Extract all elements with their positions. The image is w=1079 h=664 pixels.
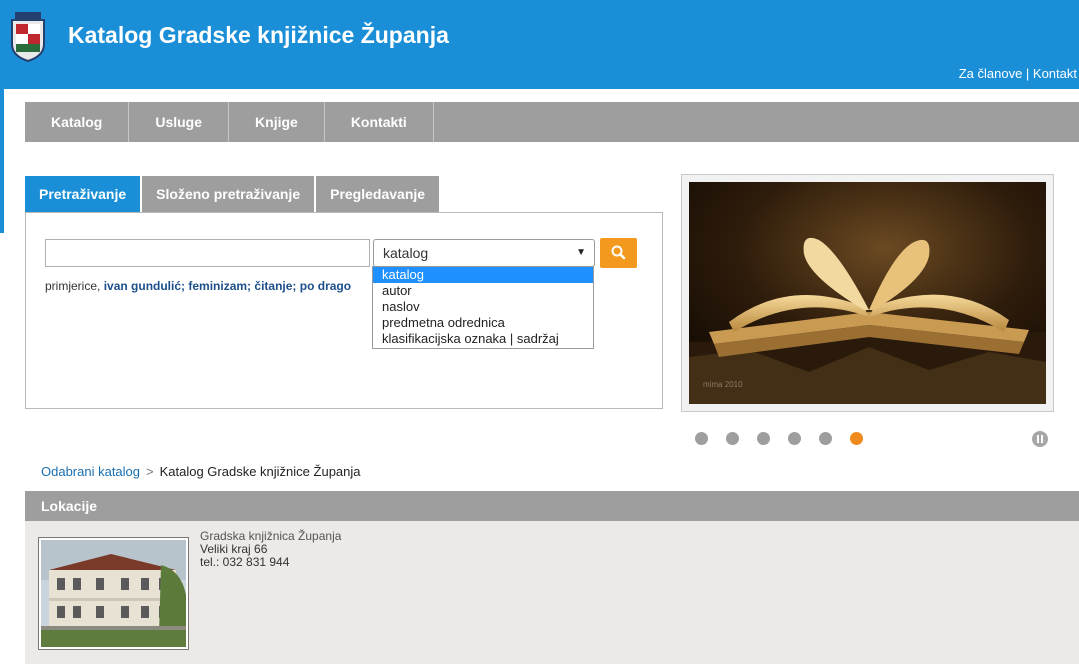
tab-slozeno-pretrazivanje[interactable]: Složeno pretraživanje — [142, 176, 315, 212]
library-building-image — [41, 540, 186, 647]
search-icon — [611, 245, 626, 260]
search-button[interactable] — [600, 238, 637, 268]
slide-caption: mima 2010 — [703, 380, 743, 389]
example-link[interactable]: po drago — [300, 279, 351, 293]
dropdown-option[interactable]: predmetna odrednica — [373, 315, 593, 331]
breadcrumb-separator: > — [146, 464, 154, 479]
breadcrumb-current: Katalog Gradske knjižnice Županja — [159, 464, 361, 479]
site-header: Katalog Gradske knjižnice Županja Za čla… — [0, 0, 1079, 89]
open-book-heart-image[interactable]: mima 2010 — [689, 182, 1046, 404]
dropdown-option[interactable]: klasifikacijska oznaka | sadržaj — [373, 331, 593, 347]
search-examples: primjerice, ivan gundulić; feminizam; či… — [45, 279, 351, 293]
left-accent-bar — [0, 89, 10, 233]
dropdown-option[interactable]: naslov — [373, 299, 593, 315]
slideshow-frame: mima 2010 — [681, 174, 1054, 412]
slide-dot[interactable] — [695, 432, 708, 445]
locations-header: Lokacije — [25, 491, 1079, 521]
library-building-photo[interactable] — [38, 537, 189, 650]
members-link[interactable]: Za članove — [959, 66, 1023, 81]
top-links: Za članove | Kontakt — [959, 66, 1077, 81]
slide-dot[interactable] — [757, 432, 770, 445]
nav-item-katalog[interactable]: Katalog — [25, 102, 130, 142]
dropdown-arrow-icon: ▼ — [576, 247, 586, 258]
tab-pregledavanje[interactable]: Pregledavanje — [316, 176, 440, 212]
slide-dot[interactable] — [819, 432, 832, 445]
locations-panel: Gradska knjižnica Županja Veliki kraj 66… — [25, 521, 1079, 664]
library-phone: tel.: 032 831 944 — [200, 555, 290, 569]
breadcrumb: Odabrani katalog > Katalog Gradske knjižni… — [41, 464, 361, 479]
breadcrumb-parent-link[interactable]: Odabrani katalog — [41, 464, 140, 479]
search-scope-select[interactable]: katalog ▼ — [373, 239, 595, 267]
link-separator: | — [1022, 66, 1033, 81]
slide-dot[interactable] — [788, 432, 801, 445]
library-info: Gradska knjižnica Županja Veliki kraj 66… — [200, 530, 341, 569]
example-link[interactable]: ivan gundulić; — [104, 279, 185, 293]
contact-link[interactable]: Kontakt — [1033, 66, 1077, 81]
nav-item-usluge[interactable]: Usluge — [129, 102, 230, 142]
examples-prefix: primjerice, — [45, 279, 101, 293]
dropdown-option[interactable]: katalog — [373, 267, 593, 283]
pause-icon[interactable] — [1032, 431, 1048, 447]
example-link[interactable]: feminizam; — [188, 279, 251, 293]
search-tabs: Pretraživanje Složeno pretraživanje Preg… — [25, 176, 441, 220]
slideshow-dots — [695, 432, 881, 445]
search-input[interactable] — [45, 239, 370, 267]
tab-pretrazivanje[interactable]: Pretraživanje — [25, 176, 141, 220]
nav-item-knjige[interactable]: Knjige — [229, 102, 325, 142]
dropdown-option[interactable]: autor — [373, 283, 593, 299]
slide-dot[interactable] — [726, 432, 739, 445]
coat-of-arms-logo[interactable] — [10, 10, 46, 62]
search-scope-dropdown: katalog autor naslov predmetna odrednica… — [372, 266, 594, 349]
site-title: Katalog Gradske knjižnice Županja — [68, 22, 449, 48]
main-nav: Katalog Usluge Knjige Kontakti — [25, 102, 1079, 142]
slide-dot-active[interactable] — [850, 432, 863, 445]
example-link[interactable]: čitanje; — [254, 279, 296, 293]
search-scope-value: katalog — [383, 245, 429, 261]
nav-item-kontakti[interactable]: Kontakti — [325, 102, 434, 142]
